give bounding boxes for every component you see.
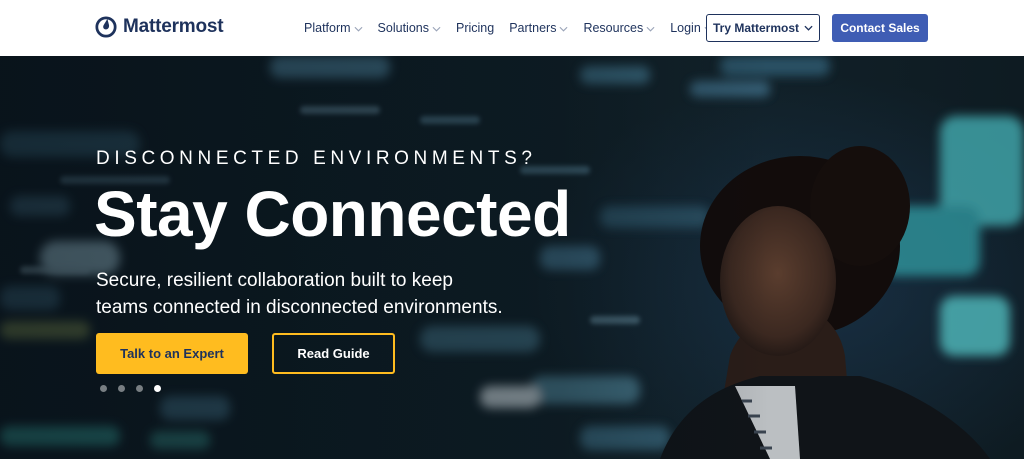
nav-label: Login xyxy=(670,21,701,35)
talk-to-expert-label: Talk to an Expert xyxy=(120,346,224,361)
carousel-dot-1[interactable] xyxy=(100,385,107,392)
nav-item-solutions[interactable]: Solutions xyxy=(378,21,441,35)
try-mattermost-button[interactable]: Try Mattermost xyxy=(706,14,820,42)
carousel-dot-3[interactable] xyxy=(136,385,143,392)
nav-item-resources[interactable]: Resources xyxy=(583,21,655,35)
chevron-down-icon xyxy=(559,26,568,32)
hero-overlay xyxy=(0,56,1024,459)
read-guide-label: Read Guide xyxy=(297,346,370,361)
chevron-down-icon xyxy=(354,26,363,32)
nav-label: Platform xyxy=(304,21,351,35)
mattermost-logo-icon xyxy=(95,16,117,38)
nav-label: Pricing xyxy=(455,21,495,35)
nav-label: Solutions xyxy=(377,21,429,35)
contact-sales-label: Contact Sales xyxy=(840,21,920,35)
brand-name: Mattermost xyxy=(123,16,224,37)
hero-subtext-line: teams connected in disconnected environm… xyxy=(96,297,503,318)
hero-eyebrow: DISCONNECTED ENVIRONMENTS? xyxy=(96,148,537,169)
hero-subtext-line: Secure, resilient collaboration built to… xyxy=(96,270,453,291)
main-nav: Platform Solutions Pricing Partners Reso… xyxy=(304,0,713,56)
hero-banner: DISCONNECTED ENVIRONMENTS? Stay Connecte… xyxy=(0,56,1024,459)
carousel-dot-4[interactable] xyxy=(154,385,161,392)
carousel-dots xyxy=(100,385,161,392)
chevron-down-icon xyxy=(646,26,655,32)
brand-logo[interactable]: Mattermost xyxy=(95,15,224,39)
chevron-down-icon xyxy=(804,25,813,31)
nav-item-partners[interactable]: Partners xyxy=(509,21,568,35)
nav-item-pricing[interactable]: Pricing xyxy=(456,21,494,35)
try-mattermost-label: Try Mattermost xyxy=(712,21,800,35)
nav-item-platform[interactable]: Platform xyxy=(304,21,363,35)
chevron-down-icon xyxy=(432,26,441,32)
nav-label: Partners xyxy=(509,21,557,35)
read-guide-button[interactable]: Read Guide xyxy=(272,333,395,374)
nav-label: Resources xyxy=(583,21,644,35)
site-header: Mattermost Platform Solutions Pricing Pa… xyxy=(0,0,1024,56)
hero-subtext: Secure, resilient collaboration built to… xyxy=(96,267,536,321)
carousel-dot-2[interactable] xyxy=(118,385,125,392)
hero-headline: Stay Connected xyxy=(94,178,571,250)
contact-sales-button[interactable]: Contact Sales xyxy=(832,14,928,42)
talk-to-expert-button[interactable]: Talk to an Expert xyxy=(96,333,248,374)
